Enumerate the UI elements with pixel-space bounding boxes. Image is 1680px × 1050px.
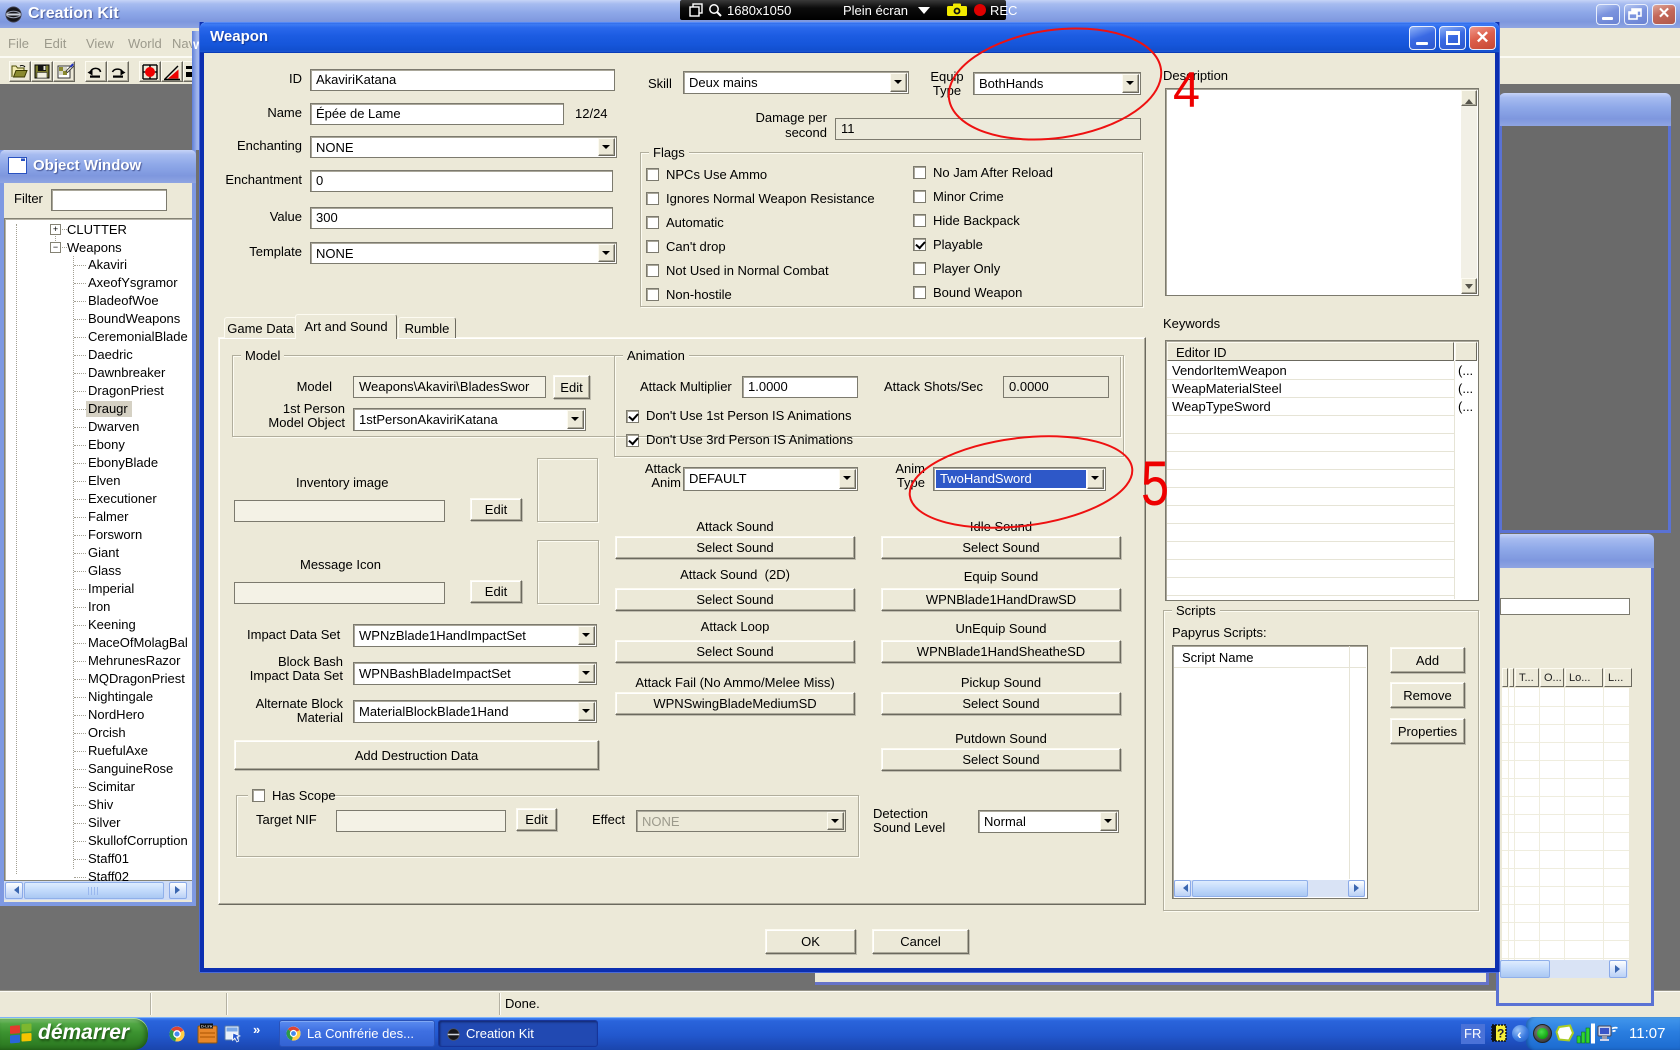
svg-text:?: ? bbox=[1497, 1027, 1504, 1041]
svg-text:D-Link: D-Link bbox=[201, 1024, 213, 1029]
